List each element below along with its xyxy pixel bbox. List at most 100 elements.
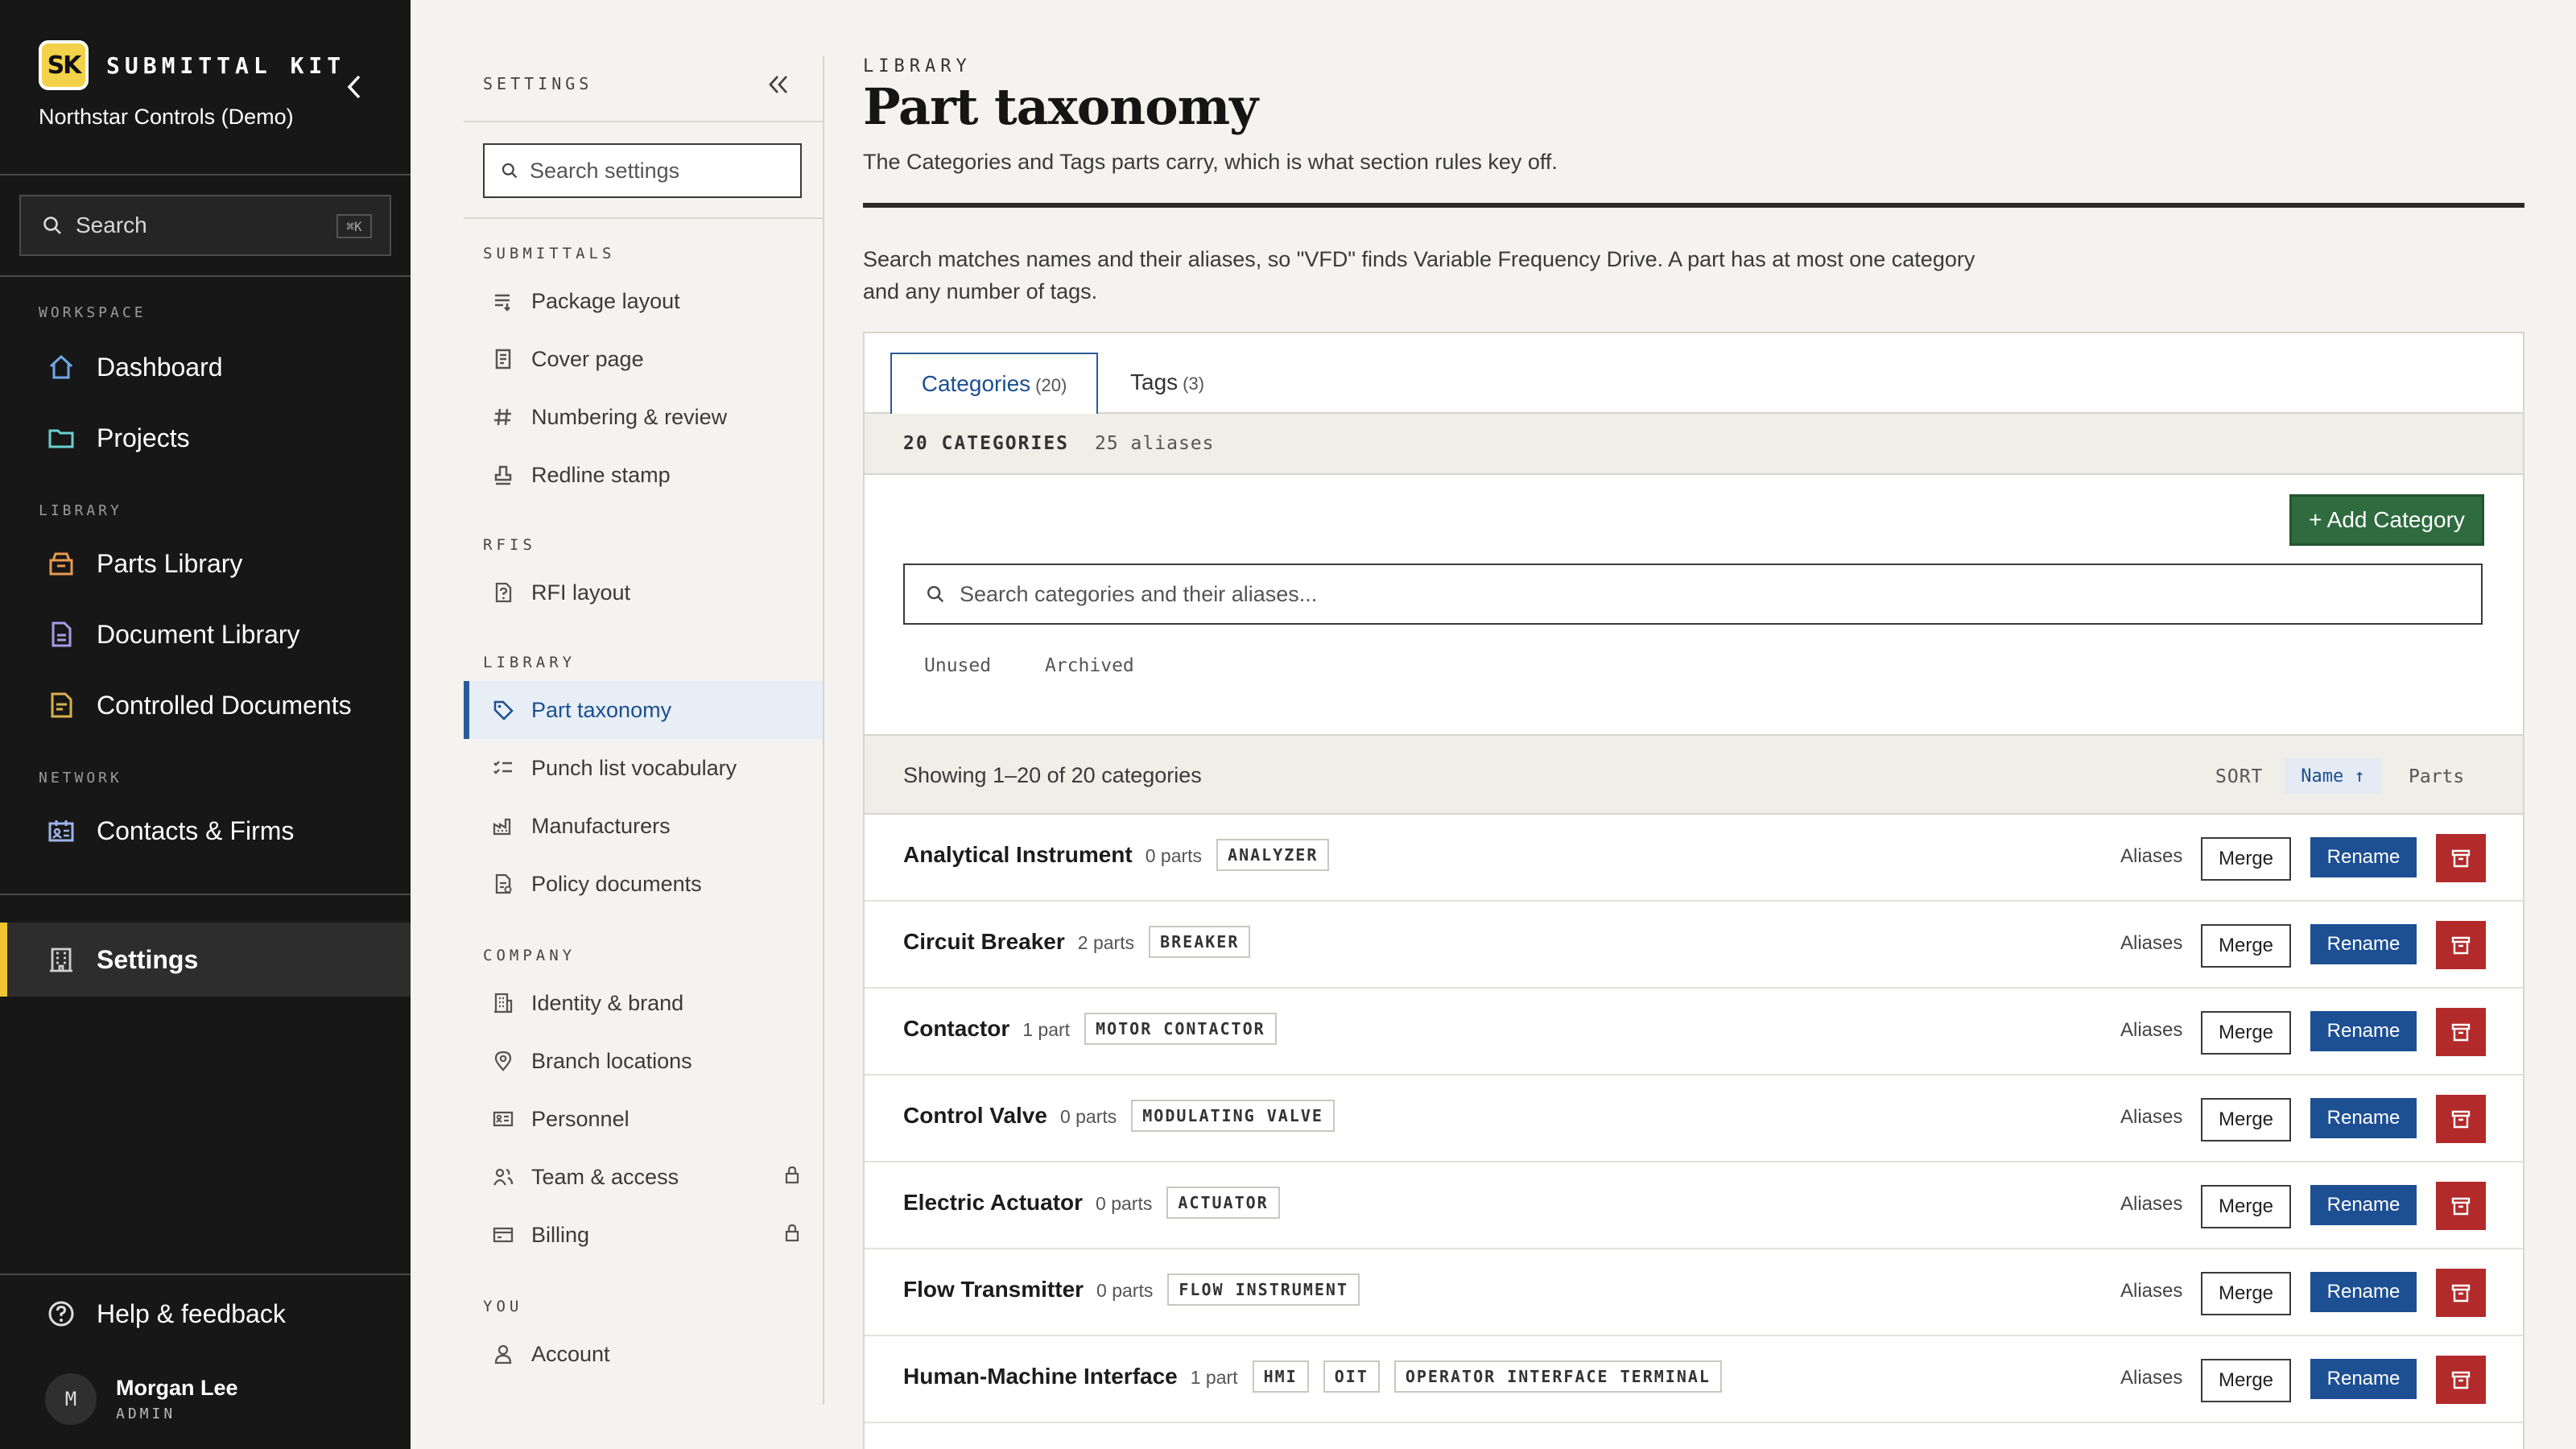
settings-item-numbering-review[interactable]: Numbering & review (464, 388, 823, 446)
merge-button[interactable]: Merge (2201, 924, 2291, 968)
rename-button[interactable]: Rename (2310, 837, 2417, 877)
category-name[interactable]: Circuit Breaker (903, 929, 1065, 955)
aliases-link[interactable]: Aliases (2120, 1106, 2182, 1129)
settings-item-personnel[interactable]: Personnel (464, 1090, 823, 1148)
results-count: Showing 1–20 of 20 categories (903, 763, 1202, 787)
box-icon (49, 552, 73, 576)
nav-projects[interactable]: Projects (0, 402, 411, 473)
category-name[interactable]: Analytical Instrument (903, 842, 1133, 868)
settings-item-redline-stamp[interactable]: Redline stamp (464, 446, 823, 504)
section-label-library: LIBRARY (39, 502, 122, 519)
settings-item-package-layout[interactable]: Package layout (464, 272, 823, 330)
settings-item-punch-list[interactable]: Punch list vocabulary (464, 739, 823, 797)
rename-button[interactable]: Rename (2310, 1272, 2417, 1312)
rename-button[interactable]: Rename (2310, 924, 2417, 964)
settings-item-account[interactable]: Account (464, 1325, 823, 1383)
archive-button[interactable] (2436, 1269, 2486, 1317)
settings-item-label: Numbering & review (531, 404, 728, 429)
settings-item-branch-locations[interactable]: Branch locations (464, 1032, 823, 1090)
archive-button[interactable] (2436, 834, 2486, 882)
settings-item-billing[interactable]: Billing (464, 1206, 823, 1264)
settings-section-library: LIBRARY (483, 654, 576, 671)
rename-button[interactable]: Rename (2310, 1098, 2417, 1138)
nav-label: Settings (97, 944, 199, 974)
table-row: Contactor 1 part MOTOR CONTACTOR Aliases Mer… (865, 989, 2523, 1075)
settings-item-policy-documents[interactable]: Policy documents (464, 855, 823, 913)
category-search-input[interactable]: Search categories and their aliases... (903, 564, 2483, 625)
tab-categories[interactable]: Categories (20) (890, 353, 1098, 414)
aliases-link[interactable]: Aliases (2120, 845, 2182, 868)
folder-icon (48, 429, 74, 448)
sort-by-parts-button[interactable]: Parts (2409, 766, 2464, 787)
category-name-cell: Human-Machine Interface 1 part HMI OIT OPERA… (903, 1360, 1722, 1394)
aliases-link[interactable]: Aliases (2120, 932, 2182, 955)
collapse-settings-button[interactable] (766, 72, 791, 97)
settings-search-input[interactable]: Search settings (483, 143, 802, 198)
sort-by-name-button[interactable]: Name ↑ (2285, 758, 2381, 794)
category-name-cell: Circuit Breaker 2 parts BREAKER (903, 926, 1251, 960)
divider (863, 203, 2524, 208)
merge-button[interactable]: Merge (2201, 837, 2291, 881)
table-row: Flow Transmitter 0 parts FLOW INSTRUMENT Al… (865, 1249, 2523, 1336)
tab-label: Tags (1130, 369, 1179, 394)
brand[interactable]: SK SUBMITTAL KIT (39, 40, 345, 90)
settings-item-part-taxonomy[interactable]: Part taxonomy (464, 681, 823, 739)
collapse-sidebar-button[interactable] (342, 72, 366, 101)
aliases-link[interactable]: Aliases (2120, 1280, 2182, 1302)
archive-button[interactable] (2436, 1182, 2486, 1230)
settings-item-team-access[interactable]: Team & access (464, 1148, 823, 1206)
category-name[interactable]: Control Valve (903, 1103, 1047, 1129)
nav-label: Controlled Documents (97, 690, 352, 720)
add-category-button[interactable]: + Add Category (2289, 494, 2484, 546)
merge-button[interactable]: Merge (2201, 1359, 2291, 1402)
category-name[interactable]: Human-Machine Interface (903, 1364, 1178, 1389)
settings-item-label: Part taxonomy (531, 697, 672, 722)
aliases-link[interactable]: Aliases (2120, 1019, 2182, 1042)
parts-count: 0 parts (1096, 1280, 1154, 1301)
archive-icon (2451, 1371, 2471, 1389)
nav-controlled-documents[interactable]: Controlled Documents (0, 670, 411, 741)
aliases-link[interactable]: Aliases (2120, 1367, 2182, 1389)
archive-button[interactable] (2436, 921, 2486, 969)
archive-button[interactable] (2436, 1095, 2486, 1143)
parts-count: 2 parts (1077, 932, 1135, 953)
tab-tags[interactable]: Tags (3) (1130, 353, 1204, 412)
tab-count: (3) (1183, 374, 1205, 394)
settings-item-rfi-layout[interactable]: RFI layout (464, 564, 823, 621)
global-search-label: Search (76, 213, 147, 237)
rename-button[interactable]: Rename (2310, 1185, 2417, 1225)
rename-button[interactable]: Rename (2310, 1011, 2417, 1051)
merge-button[interactable]: Merge (2201, 1185, 2291, 1228)
nav-document-library[interactable]: Document Library (0, 599, 411, 670)
rename-button[interactable]: Rename (2310, 1359, 2417, 1399)
category-name[interactable]: Contactor (903, 1016, 1009, 1042)
page-eyebrow: LIBRARY (863, 56, 972, 76)
organization-name[interactable]: Northstar Controls (Demo) (39, 105, 294, 130)
nav-parts-library[interactable]: Parts Library (0, 528, 411, 599)
nav-dashboard[interactable]: Dashboard (0, 332, 411, 402)
archive-icon (2451, 1284, 2471, 1302)
merge-button[interactable]: Merge (2201, 1272, 2291, 1315)
category-name[interactable]: Flow Transmitter (903, 1277, 1084, 1302)
nav-contacts-firms[interactable]: Contacts & Firms (0, 795, 411, 866)
settings-item-manufacturers[interactable]: Manufacturers (464, 797, 823, 855)
nav-help-feedback[interactable]: Help & feedback (0, 1278, 411, 1349)
category-name[interactable]: Electric Actuator (903, 1190, 1083, 1216)
filter-unused[interactable]: Unused (924, 655, 991, 676)
filter-archived[interactable]: Archived (1045, 655, 1134, 676)
parts-count: 0 parts (1145, 845, 1203, 866)
table-row: Human-Machine Interface 1 part HMI OIT OPERA… (865, 1336, 2523, 1423)
taxonomy-panel: Categories (20) Tags (3) 20 CATEGORIES 2… (863, 332, 2524, 1449)
aliases-link[interactable]: Aliases (2120, 1193, 2182, 1216)
global-search[interactable]: Search ⌘K (19, 195, 391, 256)
archive-button[interactable] (2436, 1356, 2486, 1404)
alias-count: 25 aliases (1095, 433, 1215, 454)
archive-button[interactable] (2436, 1008, 2486, 1056)
merge-button[interactable]: Merge (2201, 1011, 2291, 1055)
id-card-icon (493, 1111, 514, 1127)
nav-settings[interactable]: Settings (0, 923, 411, 997)
user-profile[interactable]: M Morgan Lee ADMIN (45, 1373, 238, 1425)
settings-item-cover-page[interactable]: Cover page (464, 330, 823, 388)
merge-button[interactable]: Merge (2201, 1098, 2291, 1141)
settings-item-identity-brand[interactable]: Identity & brand (464, 974, 823, 1032)
